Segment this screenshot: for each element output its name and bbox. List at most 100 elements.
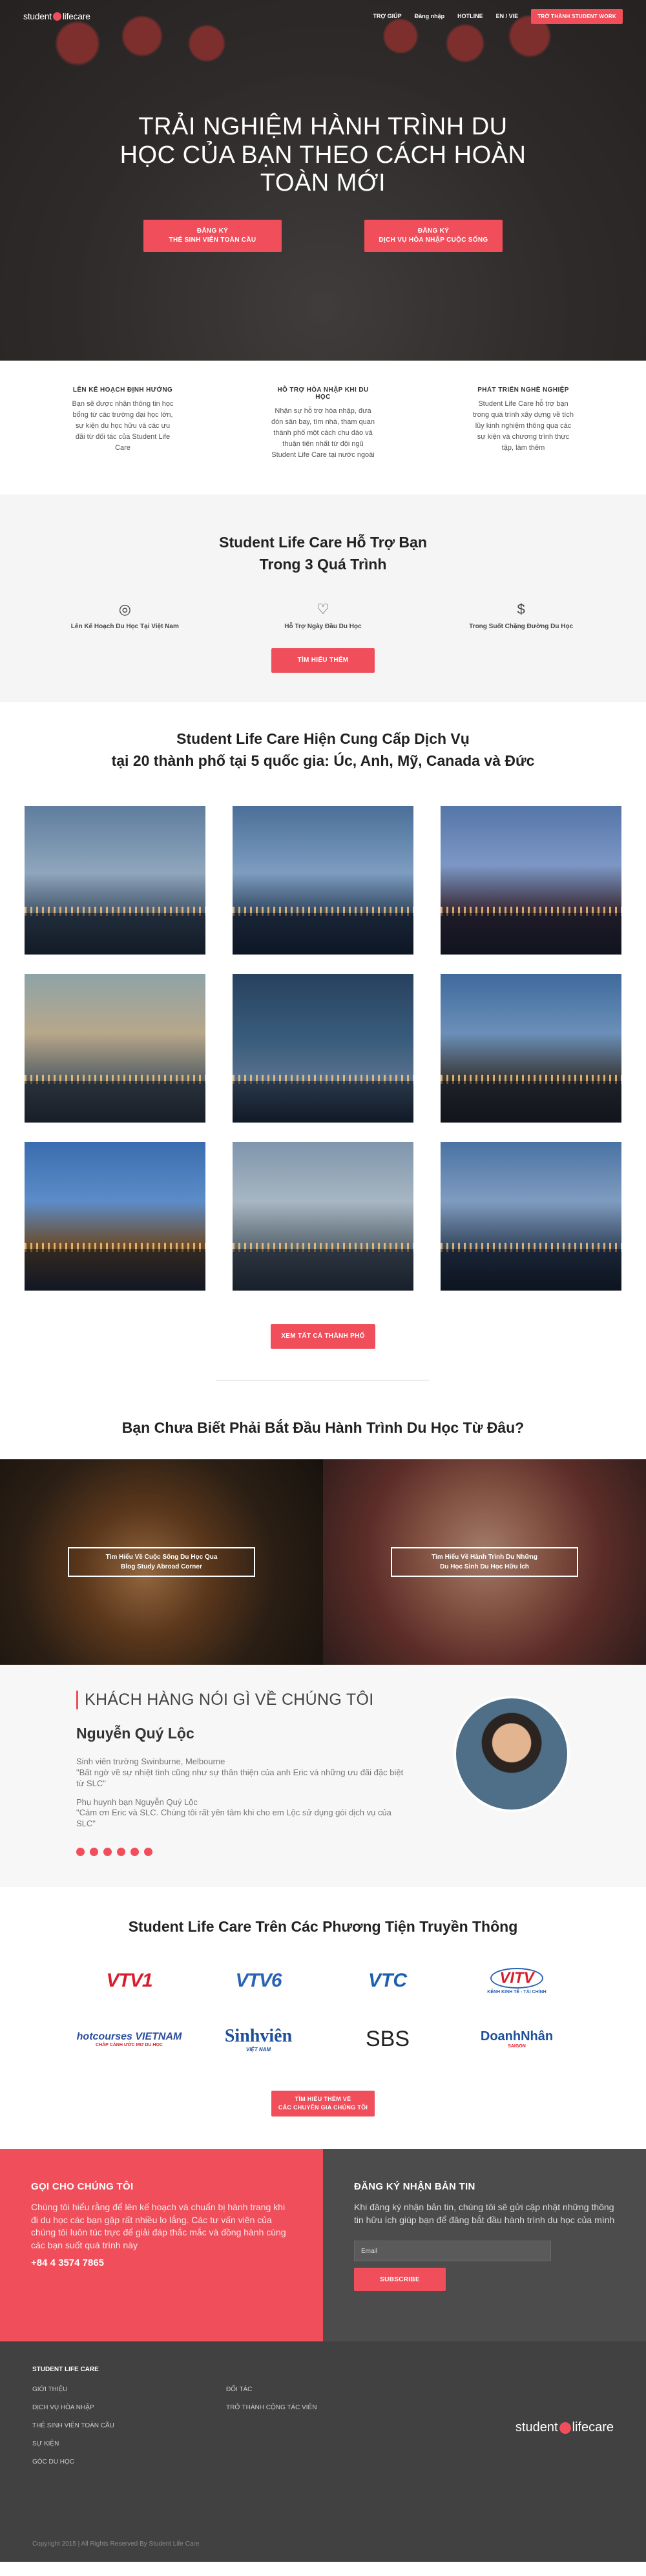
avatar bbox=[453, 1695, 570, 1812]
feature-title: HỖ TRỢ HÒA NHẬP KHI DU HỌC bbox=[277, 386, 369, 401]
city-tile[interactable] bbox=[25, 973, 205, 1123]
cities-section: Student Life Care Hiện Cung Cấp Dịch Vụ … bbox=[0, 702, 646, 1380]
city-tile[interactable] bbox=[441, 805, 621, 955]
nav-link-help[interactable]: TRỢ GIÚP bbox=[373, 13, 401, 19]
all-cities-button[interactable]: XEM TẤT CẢ THÀNH PHỐ bbox=[271, 1324, 375, 1349]
blog-link-box[interactable]: Tìm Hiểu Về Cuộc Sống Du Học Qua Blog St… bbox=[68, 1547, 255, 1577]
journey-link-box[interactable]: Tìm Hiểu Về Hành Trình Du Những Du Học S… bbox=[391, 1547, 578, 1577]
hotcourses-logo: hotcourses VIETNAM CHẮP CÁNH ƯỚC MƠ DU H… bbox=[65, 2020, 194, 2058]
footer-logo-right: lifecare bbox=[572, 2420, 614, 2435]
nav-link-login[interactable]: Đăng nhập bbox=[415, 13, 445, 19]
footer-link[interactable]: GIỚI THIỆU bbox=[32, 2386, 226, 2393]
cities-title-line2: tại 20 thành phố tại 5 quốc gia: Úc, Anh… bbox=[111, 752, 535, 770]
hotcourses-sub: CHẮP CÁNH ƯỚC MƠ DU HỌC bbox=[96, 2042, 163, 2047]
city-water bbox=[441, 913, 621, 955]
journey-line2: Du Học Sinh Du Học Hữu Ích bbox=[440, 1563, 529, 1570]
city-tile[interactable] bbox=[25, 1141, 205, 1291]
feature-text: Nhận sự hỗ trợ hòa nhập, đưa đón sân bay… bbox=[271, 407, 375, 459]
register-card-button[interactable]: ĐĂNG KÝ THẺ SINH VIÊN TOÀN CẦU bbox=[143, 220, 282, 253]
quote2-text: "Cám ơn Eric và SLC. Chúng tôi rất yên t… bbox=[76, 1808, 391, 1829]
footer-heading: STUDENT LIFE CARE bbox=[32, 2366, 99, 2374]
step-label: Trong Suốt Chặng Đường Du Học bbox=[469, 622, 574, 630]
carousel-dot[interactable] bbox=[76, 1848, 85, 1857]
testimonial-section: KHÁCH HÀNG NÓI GÌ VỀ CHÚNG TÔI Nguyễn Qu… bbox=[0, 1664, 646, 1888]
vitv-text: VITV bbox=[490, 1967, 543, 1989]
vtv6-logo: VTV6 bbox=[194, 1961, 323, 2000]
carousel-dot[interactable] bbox=[130, 1848, 139, 1857]
city-water bbox=[233, 1249, 413, 1291]
copyright: Copyright 2015 | All Rights Reserved By … bbox=[32, 2540, 200, 2548]
register-service-button[interactable]: ĐĂNG KÝ DỊCH VỤ HÒA NHẬP CUỘC SỐNG bbox=[364, 220, 503, 253]
city-tile[interactable] bbox=[233, 805, 413, 955]
journey-line1: Tìm Hiểu Về Hành Trình Du Những bbox=[432, 1553, 537, 1561]
footer-logo[interactable]: student lifecare bbox=[516, 2420, 614, 2435]
journey-image[interactable]: Tìm Hiểu Về Hành Trình Du Những Du Học S… bbox=[323, 1459, 646, 1665]
cities-title: Student Life Care Hiện Cung Cấp Dịch Vụ … bbox=[0, 728, 646, 772]
learn-more-button[interactable]: TÌM HIỂU THÊM bbox=[271, 648, 375, 673]
feature-integration: HỖ TRỢ HÒA NHẬP KHI DU HỌC Nhận sự hỗ tr… bbox=[271, 386, 375, 461]
carousel-dot[interactable] bbox=[103, 1848, 112, 1857]
city-water bbox=[441, 1249, 621, 1291]
city-tile[interactable] bbox=[233, 1141, 413, 1291]
step-planning: ◎ Lên Kế Hoạch Du Học Tại Việt Nam bbox=[41, 601, 209, 630]
call-us-title: GỌI CHO CHÚNG TÔI bbox=[31, 2181, 134, 2193]
step-journey: $ Trong Suốt Chặng Đường Du Học bbox=[437, 601, 605, 630]
step-label: Lên Kế Hoạch Du Học Tại Việt Nam bbox=[70, 622, 179, 630]
hotcourses-text: hotcourses VIETNAM bbox=[76, 2031, 182, 2042]
city-tile[interactable] bbox=[441, 973, 621, 1123]
footer-link[interactable]: GÓC DU HỌC bbox=[32, 2458, 226, 2465]
where-section: Bạn Chưa Biết Phải Bắt Đầu Hành Trình Du… bbox=[0, 1419, 646, 1665]
vtc-logo: VTC bbox=[323, 1961, 452, 2000]
sinhvien-text: Sinhviên bbox=[224, 2025, 293, 2046]
nav-links: TRỢ GIÚP Đăng nhập HOTLINE EN / VIE TRỞ … bbox=[373, 8, 623, 24]
feature-text: Bạn sẽ được nhận thông tin học bổng từ c… bbox=[72, 400, 174, 452]
email-field[interactable]: Email bbox=[354, 2241, 551, 2262]
logo-dot-icon bbox=[52, 12, 61, 21]
site-logo[interactable]: student lifecare bbox=[23, 11, 90, 21]
logo-text-left: student bbox=[23, 11, 52, 21]
support-title-line2: Trong 3 Quá Trình bbox=[259, 555, 387, 573]
testimonial-quote-1: Sinh viên trường Swinburne, Melbourne "B… bbox=[76, 1757, 412, 1789]
city-tile[interactable] bbox=[25, 805, 205, 955]
feature-career: PHÁT TRIỂN NGHỀ NGHIỆP Student Life Care… bbox=[472, 386, 575, 461]
where-images: Tìm Hiểu Về Cuộc Sống Du Học Qua Blog St… bbox=[0, 1459, 646, 1665]
vtv1-logo: VTV1 bbox=[65, 1961, 194, 2000]
footer-link[interactable]: DỊCH VỤ HÒA NHẬP bbox=[32, 2404, 226, 2411]
hero-section: student lifecare TRỢ GIÚP Đăng nhập HOTL… bbox=[0, 0, 646, 361]
carousel-dot[interactable] bbox=[144, 1848, 152, 1857]
newsletter-title: ĐĂNG KÝ NHẬN BẢN TIN bbox=[354, 2181, 475, 2193]
blog-image[interactable]: Tìm Hiểu Về Cuộc Sống Du Học Qua Blog St… bbox=[0, 1459, 323, 1665]
call-us-panel: GỌI CHO CHÚNG TÔI Chúng tôi hiểu rằng để… bbox=[0, 2149, 323, 2342]
blog-line1: Tìm Hiểu Về Cuộc Sống Du Học Qua bbox=[105, 1553, 218, 1561]
footer-link[interactable]: TRỞ THÀNH CỘNG TÁC VIÊN bbox=[226, 2404, 420, 2411]
carousel-dot[interactable] bbox=[117, 1848, 125, 1857]
top-nav: student lifecare TRỢ GIÚP Đăng nhập HOTL… bbox=[0, 0, 646, 32]
feature-planning: LÊN KẾ HOẠCH ĐỊNH HƯỚNG Bạn sẽ được nhận… bbox=[71, 386, 174, 461]
footer-link[interactable]: SỰ KIỆN bbox=[32, 2440, 226, 2447]
heart-icon: ♡ bbox=[317, 600, 329, 617]
sbs-text: SBS bbox=[365, 2026, 410, 2051]
footer-link[interactable]: THẺ SINH VIÊN TOÀN CẦU bbox=[32, 2422, 226, 2429]
nav-link-language[interactable]: EN / VIE bbox=[496, 13, 519, 19]
subscribe-button[interactable]: SUBSCRIBE bbox=[354, 2268, 446, 2292]
become-worker-button[interactable]: TRỞ THÀNH STUDENT WORK bbox=[531, 8, 623, 24]
vtv6-text: VTV6 bbox=[235, 1970, 282, 1992]
media-section: Student Life Care Trên Các Phương Tiện T… bbox=[0, 1887, 646, 2117]
city-tile[interactable] bbox=[233, 973, 413, 1123]
city-tile[interactable] bbox=[441, 1141, 621, 1291]
footer-link[interactable]: ĐỐI TÁC bbox=[226, 2386, 420, 2393]
cities-title-line1: Student Life Care Hiện Cung Cấp Dịch Vụ bbox=[176, 730, 470, 747]
vtc-text: VTC bbox=[368, 1970, 407, 1992]
testimonial-quote-2: Phụ huynh bạn Nguyễn Quý Lộc "Cám ơn Eri… bbox=[76, 1797, 412, 1830]
carousel-dot[interactable] bbox=[90, 1848, 98, 1857]
experts-button[interactable]: TÌM HIỂU THÊM VỀ CÁC CHUYÊN GIA CHÚNG TÔ… bbox=[271, 2091, 375, 2117]
logo-text-right: lifecare bbox=[62, 11, 90, 21]
city-water bbox=[233, 913, 413, 955]
target-icon: ◎ bbox=[118, 600, 131, 617]
nav-link-hotline[interactable]: HOTLINE bbox=[457, 13, 483, 19]
phone-number[interactable]: +84 4 3574 7865 bbox=[31, 2257, 292, 2268]
dollar-icon: $ bbox=[517, 600, 525, 617]
city-water bbox=[441, 1081, 621, 1123]
vtv1-text: VTV1 bbox=[106, 1970, 152, 1992]
support-title: Student Life Care Hỗ Trợ Bạn Trong 3 Quá… bbox=[0, 532, 646, 575]
